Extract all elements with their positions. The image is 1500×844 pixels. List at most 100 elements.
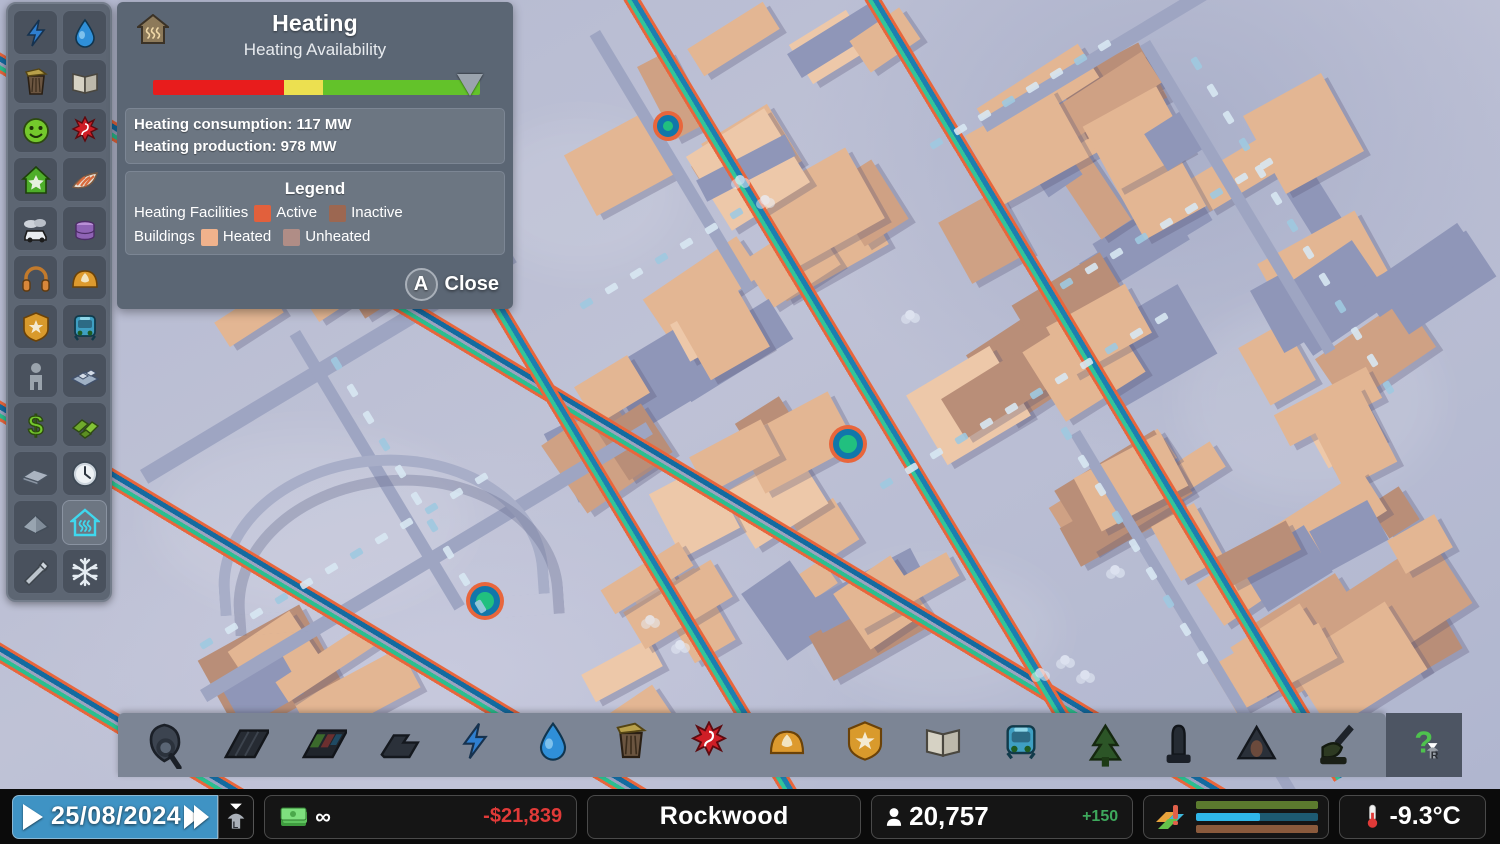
- legend-swatch-inactive: [329, 205, 346, 222]
- sidebar-item-noise-pollution[interactable]: [13, 255, 58, 300]
- sidebar-item-happiness[interactable]: [13, 108, 58, 153]
- tree: [735, 175, 745, 185]
- toolbar-item-parks-recreation[interactable]: [1064, 715, 1142, 775]
- toolbar-item-police[interactable]: [830, 715, 908, 775]
- toolbar-item-transportation[interactable]: [986, 715, 1064, 775]
- toolbar-item-fire-rescue[interactable]: [752, 715, 830, 775]
- sidebar-item-resources[interactable]: [62, 402, 107, 447]
- wheat-icon: [70, 165, 100, 195]
- toolbar-item-zoning[interactable]: [284, 715, 362, 775]
- panel-header: Heating Heating Availability: [125, 8, 505, 70]
- tree-icon: [1079, 721, 1127, 769]
- temperature-value: -9.3°C: [1390, 802, 1461, 831]
- demand-bars: [1196, 801, 1318, 833]
- sidebar-item-terrain[interactable]: [13, 451, 58, 496]
- legend-text-unheated: Unheated: [305, 225, 370, 249]
- game-date: 25/08/2024: [51, 802, 181, 831]
- population-indicator[interactable]: 20,757 +150: [871, 795, 1133, 839]
- toolbar-item-misc-tools[interactable]: [1298, 715, 1376, 775]
- pyramid-icon: [21, 508, 51, 538]
- sidebar-item-heating[interactable]: [62, 500, 107, 545]
- toolbar-item-bulldozer[interactable]: [128, 715, 206, 775]
- sidebar-item-natural-resources[interactable]: [62, 157, 107, 202]
- sidebar-item-maintenance[interactable]: [13, 549, 58, 594]
- water-drop-icon: [70, 18, 100, 48]
- person-icon: [886, 807, 902, 827]
- sidebar-item-police[interactable]: [13, 304, 58, 349]
- heating-info-panel: Heating Heating Availability Heating con…: [117, 2, 513, 309]
- sidebar-item-money[interactable]: $: [13, 402, 58, 447]
- sidebar-item-land-value[interactable]: [13, 157, 58, 202]
- legend-row-buildings: Buildings Heated Unheated: [134, 225, 496, 249]
- tree: [1035, 668, 1045, 678]
- demand-bar-fill: [1196, 813, 1259, 821]
- lightning-bolt-icon: [21, 18, 51, 48]
- speed-selector-icon[interactable]: L: [218, 795, 254, 839]
- legend-swatch-active: [254, 205, 271, 222]
- snowflake-icon: [70, 557, 100, 587]
- toolbar-item-garbage[interactable]: [596, 715, 674, 775]
- city-name-box[interactable]: Rockwood: [587, 795, 861, 839]
- gradient-segment-low: [153, 80, 284, 95]
- svg-text:R: R: [1431, 749, 1439, 761]
- sidebar-item-elevation[interactable]: [13, 500, 58, 545]
- sidebar-item-healthcare[interactable]: [62, 108, 107, 153]
- wrench-tools-icon: [21, 557, 51, 587]
- heating-house-icon: [70, 508, 100, 538]
- sidebar-item-garbage[interactable]: [13, 59, 58, 104]
- money-stack-icon: [70, 410, 100, 440]
- toolbar-item-landscaping[interactable]: [1220, 715, 1298, 775]
- main-toolbar[interactable]: [118, 713, 1386, 777]
- toolbar-item-education[interactable]: [908, 715, 986, 775]
- sidebar-item-education[interactable]: [62, 59, 107, 104]
- toolbar-item-water-sewage[interactable]: [518, 715, 596, 775]
- headphones-icon: [21, 263, 51, 293]
- panel-subtitle: Heating Availability: [125, 38, 505, 62]
- car-smog-icon: [21, 214, 51, 244]
- sidebar-item-snow-cover[interactable]: [62, 549, 107, 594]
- heating-network-node[interactable]: [833, 429, 863, 459]
- road-icon: [221, 721, 269, 769]
- open-book-icon: [923, 721, 971, 769]
- sidebar-item-electricity[interactable]: [13, 10, 58, 55]
- availability-gradient: [153, 74, 480, 100]
- sidebar-item-pollution[interactable]: [13, 206, 58, 251]
- toolbar-item-roads[interactable]: [206, 715, 284, 775]
- population-value: 20,757: [909, 801, 989, 832]
- sidebar-item-sewage[interactable]: [62, 206, 107, 251]
- demand-bar-fill: [1196, 825, 1318, 833]
- toolbar-item-areas[interactable]: [362, 715, 440, 775]
- sidebar-item-zones[interactable]: [62, 353, 107, 398]
- legend-text-inactive: Inactive: [351, 201, 403, 225]
- close-row[interactable]: A Close: [125, 262, 505, 301]
- play-triangle-icon[interactable]: [23, 804, 43, 830]
- toolbar-item-healthcare[interactable]: [674, 715, 752, 775]
- infoview-sidebar[interactable]: $: [6, 2, 112, 602]
- close-button[interactable]: Close: [445, 273, 499, 296]
- sidebar-item-traffic-time[interactable]: [62, 451, 107, 496]
- sidebar-item-water[interactable]: [62, 10, 107, 55]
- trash-bin-icon: [21, 67, 51, 97]
- toolbar-item-signature-buildings[interactable]: [1142, 715, 1220, 775]
- shovel-icon: [1313, 721, 1361, 769]
- temperature-indicator[interactable]: -9.3°C: [1339, 795, 1486, 839]
- sidebar-item-fire-rescue[interactable]: [62, 255, 107, 300]
- heating-house-icon: [137, 14, 169, 44]
- water-drop-icon: [533, 721, 581, 769]
- heating-network-node[interactable]: [657, 115, 679, 137]
- legend-text-heated: Heated: [223, 225, 271, 249]
- sidebar-item-workplaces[interactable]: [13, 353, 58, 398]
- unlimited-money-symbol: ∞: [315, 804, 331, 830]
- money-indicator[interactable]: ∞ -$21,839: [264, 795, 577, 839]
- status-bar: 25/08/2024 L ∞ -$21,839 R: [0, 789, 1500, 844]
- tree: [645, 615, 655, 625]
- bus-icon: [70, 312, 100, 342]
- toolbar-item-electricity[interactable]: [440, 715, 518, 775]
- fast-forward-icon[interactable]: [189, 805, 209, 829]
- help-button[interactable]: ? R: [1386, 713, 1462, 777]
- house-star-icon: [21, 165, 51, 195]
- gamepad-a-button-icon[interactable]: A: [405, 268, 438, 301]
- sidebar-item-transportation[interactable]: [62, 304, 107, 349]
- time-control[interactable]: 25/08/2024: [12, 795, 218, 839]
- demand-indicator[interactable]: [1143, 795, 1329, 839]
